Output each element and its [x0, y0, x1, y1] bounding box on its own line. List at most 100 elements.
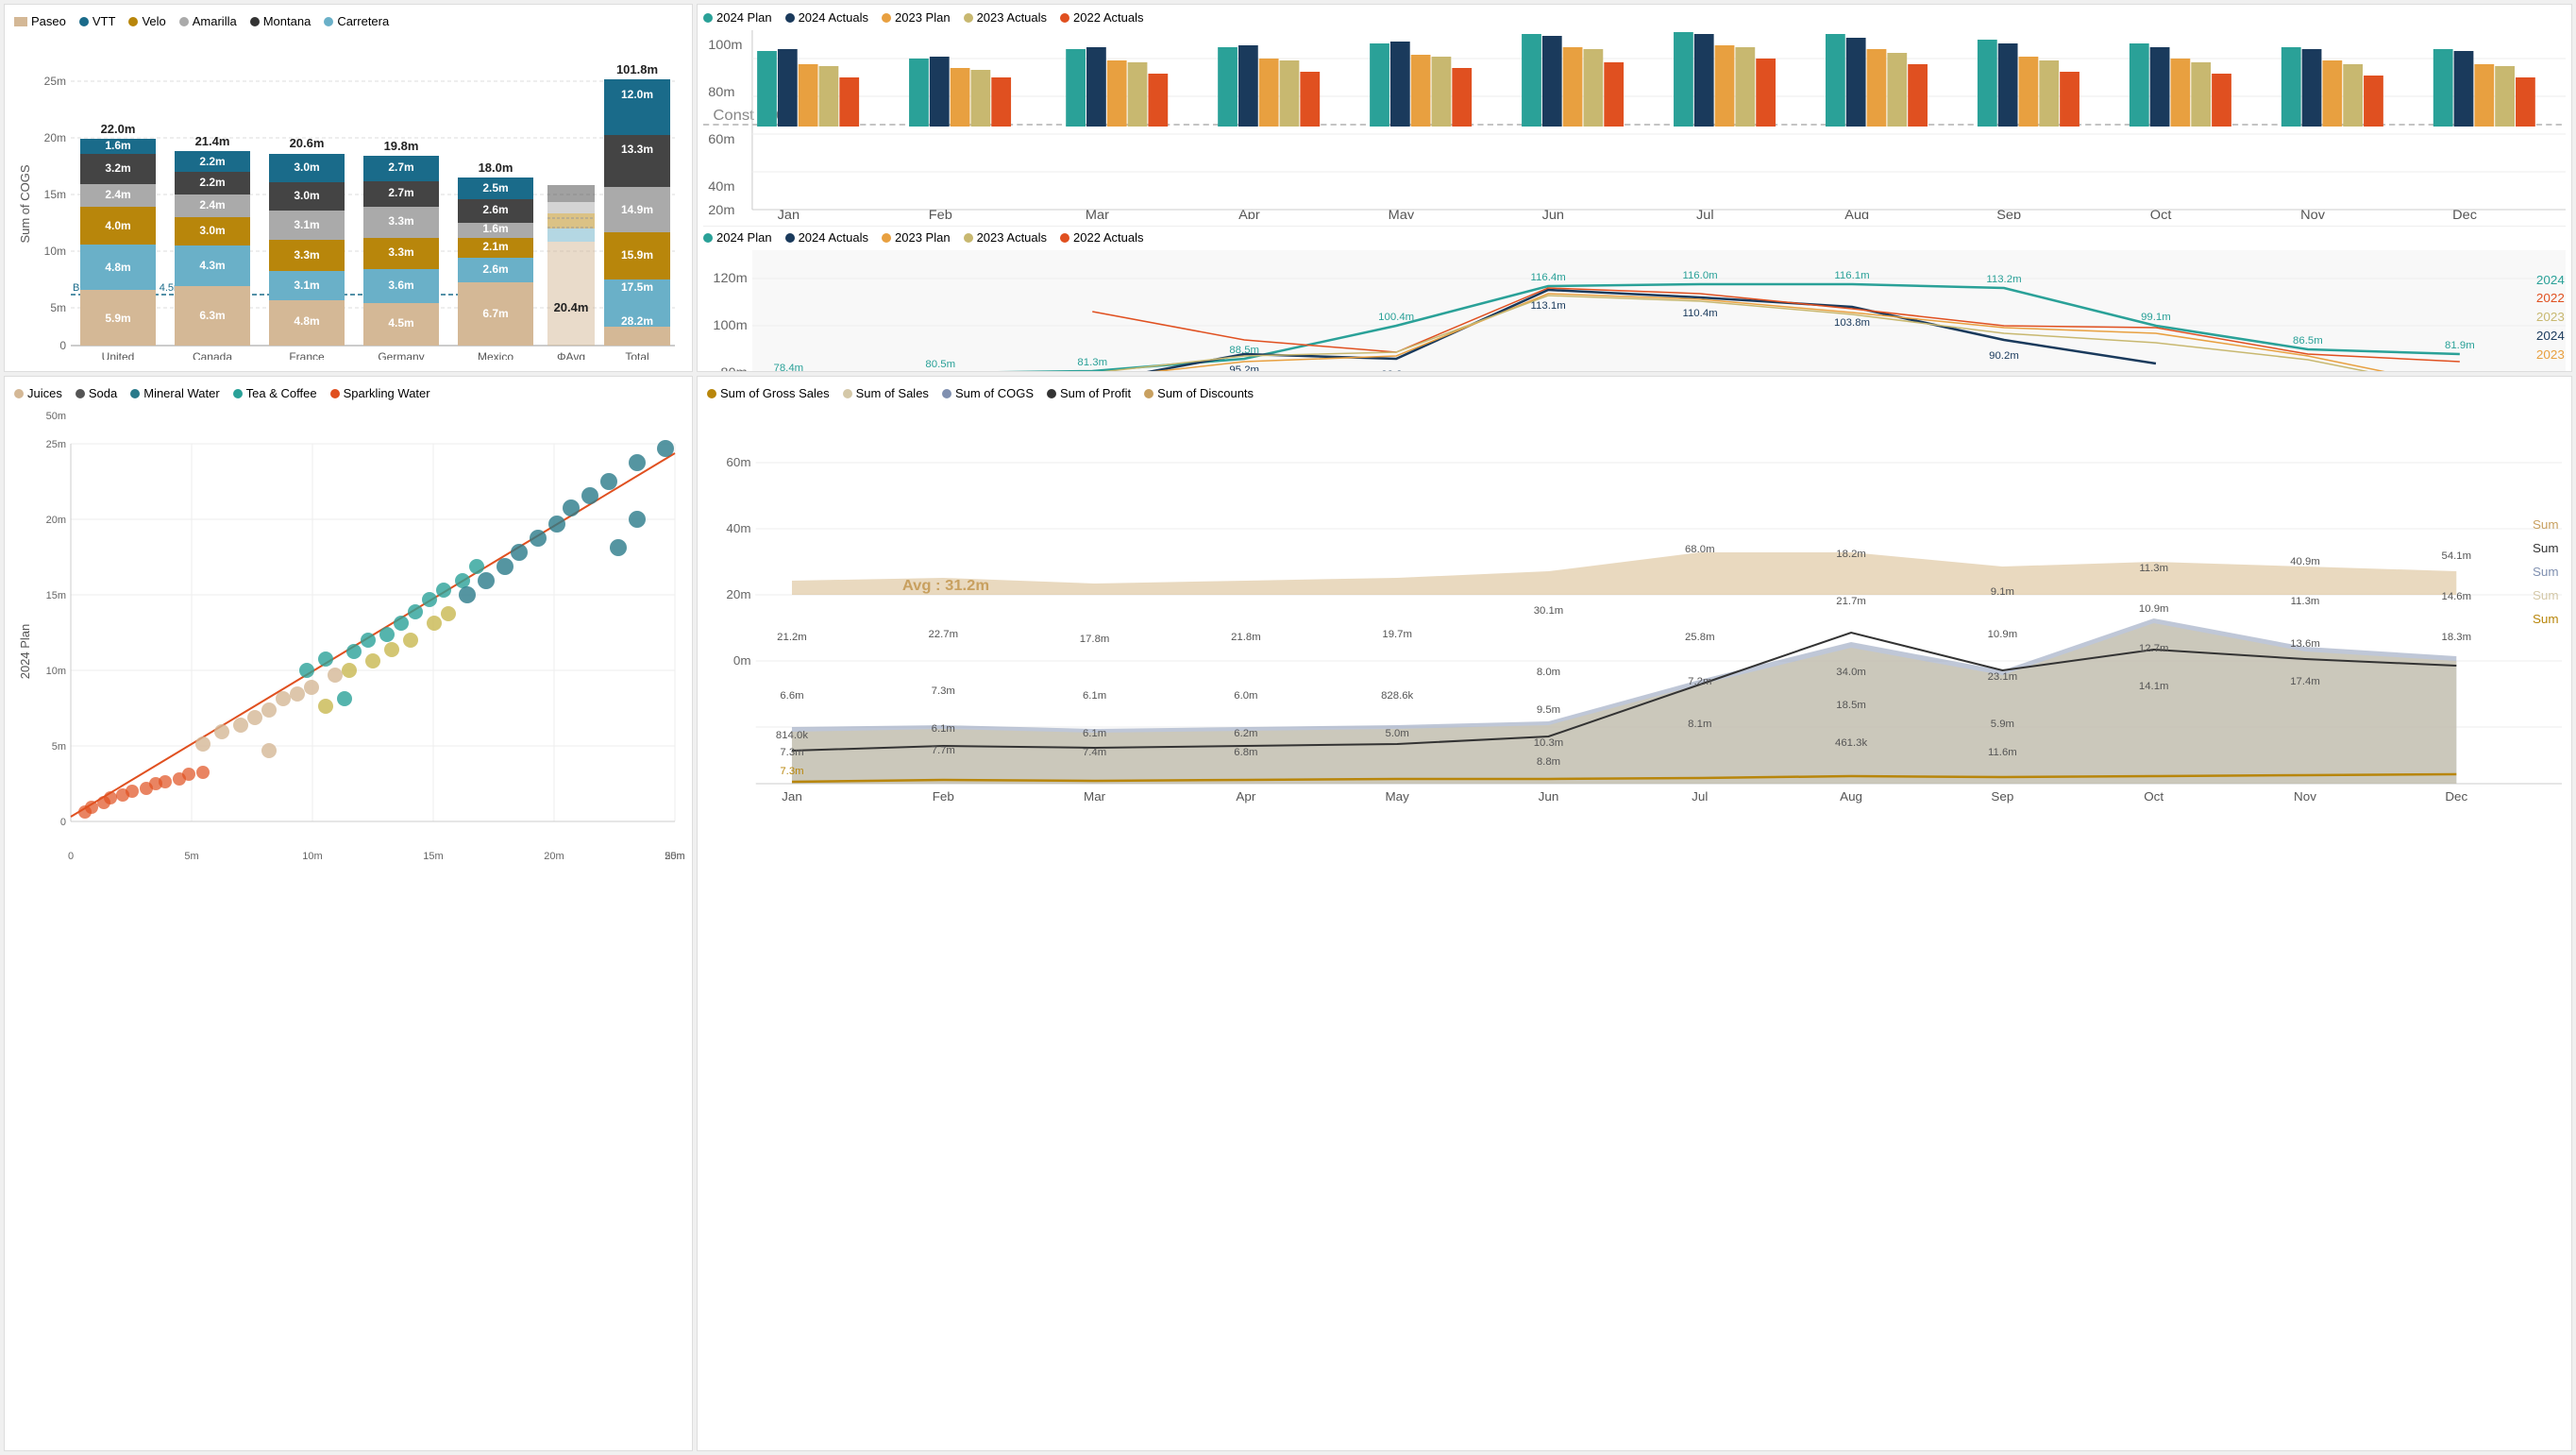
legend-velo: Velo — [128, 14, 165, 28]
svg-text:17.4m: 17.4m — [2290, 676, 2320, 687]
grouped-bar-chart: Const : 26.9m 100m 80m 60m 40m 20m — [703, 30, 2566, 219]
svg-text:116.0m: 116.0m — [1682, 270, 1717, 281]
carretera-label: Carretera — [337, 14, 389, 28]
svg-text:25m: 25m — [46, 439, 66, 450]
svg-text:15.9m: 15.9m — [621, 248, 653, 262]
stacked-bar-panel: Paseo VTT Velo Amarilla Montana Carreter… — [4, 4, 693, 372]
svg-text:2.6m: 2.6m — [482, 203, 508, 216]
svg-text:40m: 40m — [726, 521, 750, 535]
svg-text:54.1m: 54.1m — [2442, 550, 2472, 562]
svg-text:6.6m: 6.6m — [780, 690, 803, 702]
svg-text:Nov: Nov — [2300, 208, 2326, 219]
bar2-legend: 2024 Plan 2024 Actuals 2023 Plan 2023 Ac… — [703, 10, 2566, 25]
paseo-label: Paseo — [31, 14, 66, 28]
svg-text:88.8m: 88.8m — [1381, 369, 1411, 372]
svg-text:116.4m: 116.4m — [1531, 272, 1566, 283]
stacked-bar-chart: Sum of COGS 25m 20m 15m 10m 5m 0 Break e… — [14, 34, 684, 360]
svg-text:21.7m: 21.7m — [1836, 596, 1866, 607]
svg-text:80m: 80m — [708, 85, 734, 100]
svg-text:90.2m: 90.2m — [1989, 350, 2019, 362]
svg-text:0: 0 — [59, 339, 66, 352]
montana-color — [250, 17, 260, 26]
svg-text:2.7m: 2.7m — [388, 186, 413, 199]
svg-text:101.8m: 101.8m — [616, 62, 658, 76]
svg-text:2024 Plan: 2024 Plan — [2536, 273, 2566, 287]
svg-text:Oct: Oct — [2150, 208, 2172, 219]
svg-text:Sum of Gross Sales: Sum of Gross Sales — [2533, 612, 2562, 626]
svg-text:14.6m: 14.6m — [2442, 591, 2472, 602]
svg-text:Nov: Nov — [2294, 789, 2316, 804]
svg-text:10m: 10m — [302, 851, 322, 859]
svg-text:13.3m: 13.3m — [621, 143, 653, 156]
svg-text:Sum of Sales: Sum of Sales — [2533, 588, 2562, 602]
svg-text:Jun: Jun — [1539, 789, 1559, 804]
svg-text:3.6m: 3.6m — [388, 279, 413, 292]
svg-text:2.4m: 2.4m — [105, 188, 130, 201]
svg-text:3.3m: 3.3m — [388, 245, 413, 259]
svg-text:15m: 15m — [46, 590, 66, 601]
svg-text:7.4m: 7.4m — [1083, 747, 1106, 758]
svg-text:11.3m: 11.3m — [2291, 596, 2320, 607]
amarilla-label: Amarilla — [193, 14, 237, 28]
svg-text:Sum of Discounts: Sum of Discounts — [2533, 517, 2562, 532]
svg-text:2.2m: 2.2m — [199, 155, 225, 168]
svg-text:99.1m: 99.1m — [2141, 312, 2171, 323]
line-legend: 2024 Plan 2024 Actuals 2023 Plan 2023 Ac… — [703, 230, 2566, 245]
svg-text:6.1m: 6.1m — [932, 723, 955, 735]
svg-text:6.0m: 6.0m — [1234, 690, 1257, 702]
svg-text:Apr: Apr — [1238, 208, 1260, 219]
svg-text:Aug: Aug — [1844, 208, 1869, 219]
svg-text:18.5m: 18.5m — [1836, 700, 1866, 711]
svg-text:23.1m: 23.1m — [1988, 671, 2018, 683]
svg-text:15m: 15m — [423, 851, 443, 859]
velo-label: Velo — [142, 14, 165, 28]
svg-text:3.1m: 3.1m — [294, 218, 319, 231]
scatter-chart: 2024 Plan 0 5m 10m 15m 20m 25m 0 5m 10m … — [14, 406, 684, 859]
svg-text:80.5m: 80.5m — [925, 359, 955, 370]
svg-text:50m: 50m — [46, 411, 66, 422]
svg-text:7.2m: 7.2m — [1688, 676, 1711, 687]
svg-text:7.7m: 7.7m — [932, 745, 955, 756]
svg-text:3.1m: 3.1m — [294, 279, 319, 292]
svg-text:80m: 80m — [720, 365, 747, 372]
svg-text:7.3m: 7.3m — [932, 685, 955, 697]
svg-text:3.0m: 3.0m — [294, 189, 319, 202]
right-panel: 2024 Plan 2024 Actuals 2023 Plan 2023 Ac… — [697, 4, 2572, 372]
svg-text:1.6m: 1.6m — [482, 222, 508, 235]
svg-text:Oct: Oct — [2144, 789, 2164, 804]
svg-text:Sep: Sep — [1996, 208, 2021, 219]
svg-text:3.0m: 3.0m — [294, 161, 319, 174]
svg-text:15m: 15m — [44, 188, 66, 201]
svg-text:18.3m: 18.3m — [2442, 632, 2472, 643]
svg-text:Sum of Profit: Sum of Profit — [2533, 541, 2562, 555]
svg-text:4.0m: 4.0m — [105, 219, 130, 232]
svg-text:Feb: Feb — [933, 789, 954, 804]
vtt-color — [79, 17, 89, 26]
svg-text:2022 Actuals: 2022 Actuals — [2536, 291, 2566, 305]
svg-text:113.1m: 113.1m — [1531, 300, 1566, 312]
svg-text:81.3m: 81.3m — [1077, 357, 1107, 368]
svg-text:20m: 20m — [46, 515, 66, 526]
svg-text:50m: 50m — [665, 851, 684, 859]
svg-text:18.0m: 18.0m — [479, 161, 514, 175]
scatter-panel: Juices Soda Mineral Water Tea & Coffee S… — [4, 376, 693, 1451]
svg-text:25m: 25m — [44, 75, 66, 88]
svg-text:21.2m: 21.2m — [777, 632, 807, 643]
svg-text:18.2m: 18.2m — [1836, 549, 1866, 560]
svg-text:7.3m: 7.3m — [780, 766, 803, 777]
svg-text:113.2m: 113.2m — [1986, 274, 2021, 285]
svg-text:0: 0 — [68, 851, 74, 859]
svg-text:United: United — [102, 350, 135, 360]
svg-text:2.1m: 2.1m — [482, 240, 508, 253]
svg-text:5m: 5m — [52, 741, 66, 753]
svg-text:100.4m: 100.4m — [1378, 312, 1414, 323]
svg-text:France: France — [289, 350, 325, 360]
svg-text:Mexico: Mexico — [478, 350, 514, 360]
svg-text:3.3m: 3.3m — [294, 248, 319, 262]
svg-text:5.9m: 5.9m — [105, 312, 130, 325]
svg-text:100m: 100m — [713, 318, 747, 333]
y-axis-label: Sum of COGS — [18, 164, 32, 243]
amarilla-color — [179, 17, 189, 26]
svg-text:9.5m: 9.5m — [1537, 704, 1560, 716]
svg-text:28.2m: 28.2m — [621, 314, 653, 328]
